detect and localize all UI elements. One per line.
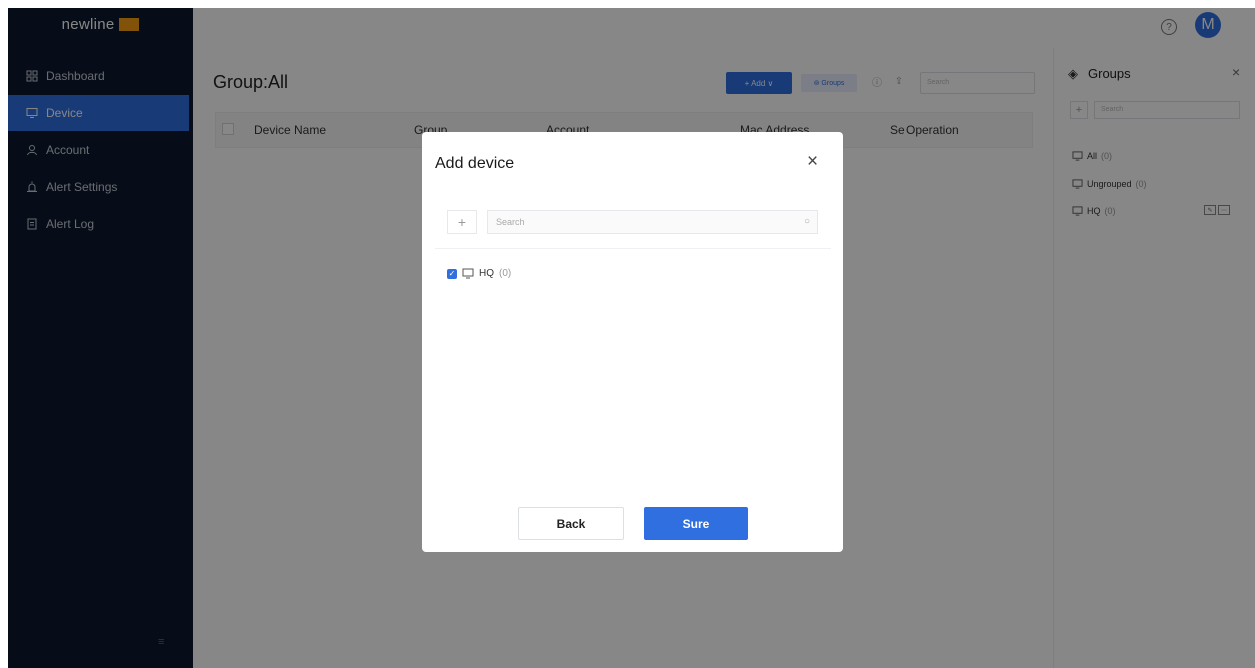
group-option-label: HQ	[479, 268, 494, 279]
dialog-search-input[interactable]: Search ○	[487, 210, 818, 234]
divider	[435, 248, 831, 249]
search-placeholder: Search	[496, 217, 525, 227]
back-button[interactable]: Back	[518, 507, 624, 540]
dialog-title: Add device	[435, 155, 515, 172]
close-icon[interactable]: ×	[807, 152, 818, 171]
group-option-count: (0)	[499, 268, 512, 279]
monitor-icon	[462, 268, 474, 279]
app-window: newline Dashboard Device Account Alert S…	[8, 8, 1255, 668]
add-device-dialog: Add device × + Search ○ ✓ HQ (0) Back Su…	[422, 132, 843, 552]
checkbox-checked[interactable]: ✓	[447, 268, 457, 279]
add-group-button[interactable]: +	[447, 210, 477, 234]
sure-button[interactable]: Sure	[644, 507, 748, 540]
group-option-hq[interactable]: ✓ HQ (0)	[447, 268, 511, 279]
search-icon: ○	[804, 216, 811, 227]
